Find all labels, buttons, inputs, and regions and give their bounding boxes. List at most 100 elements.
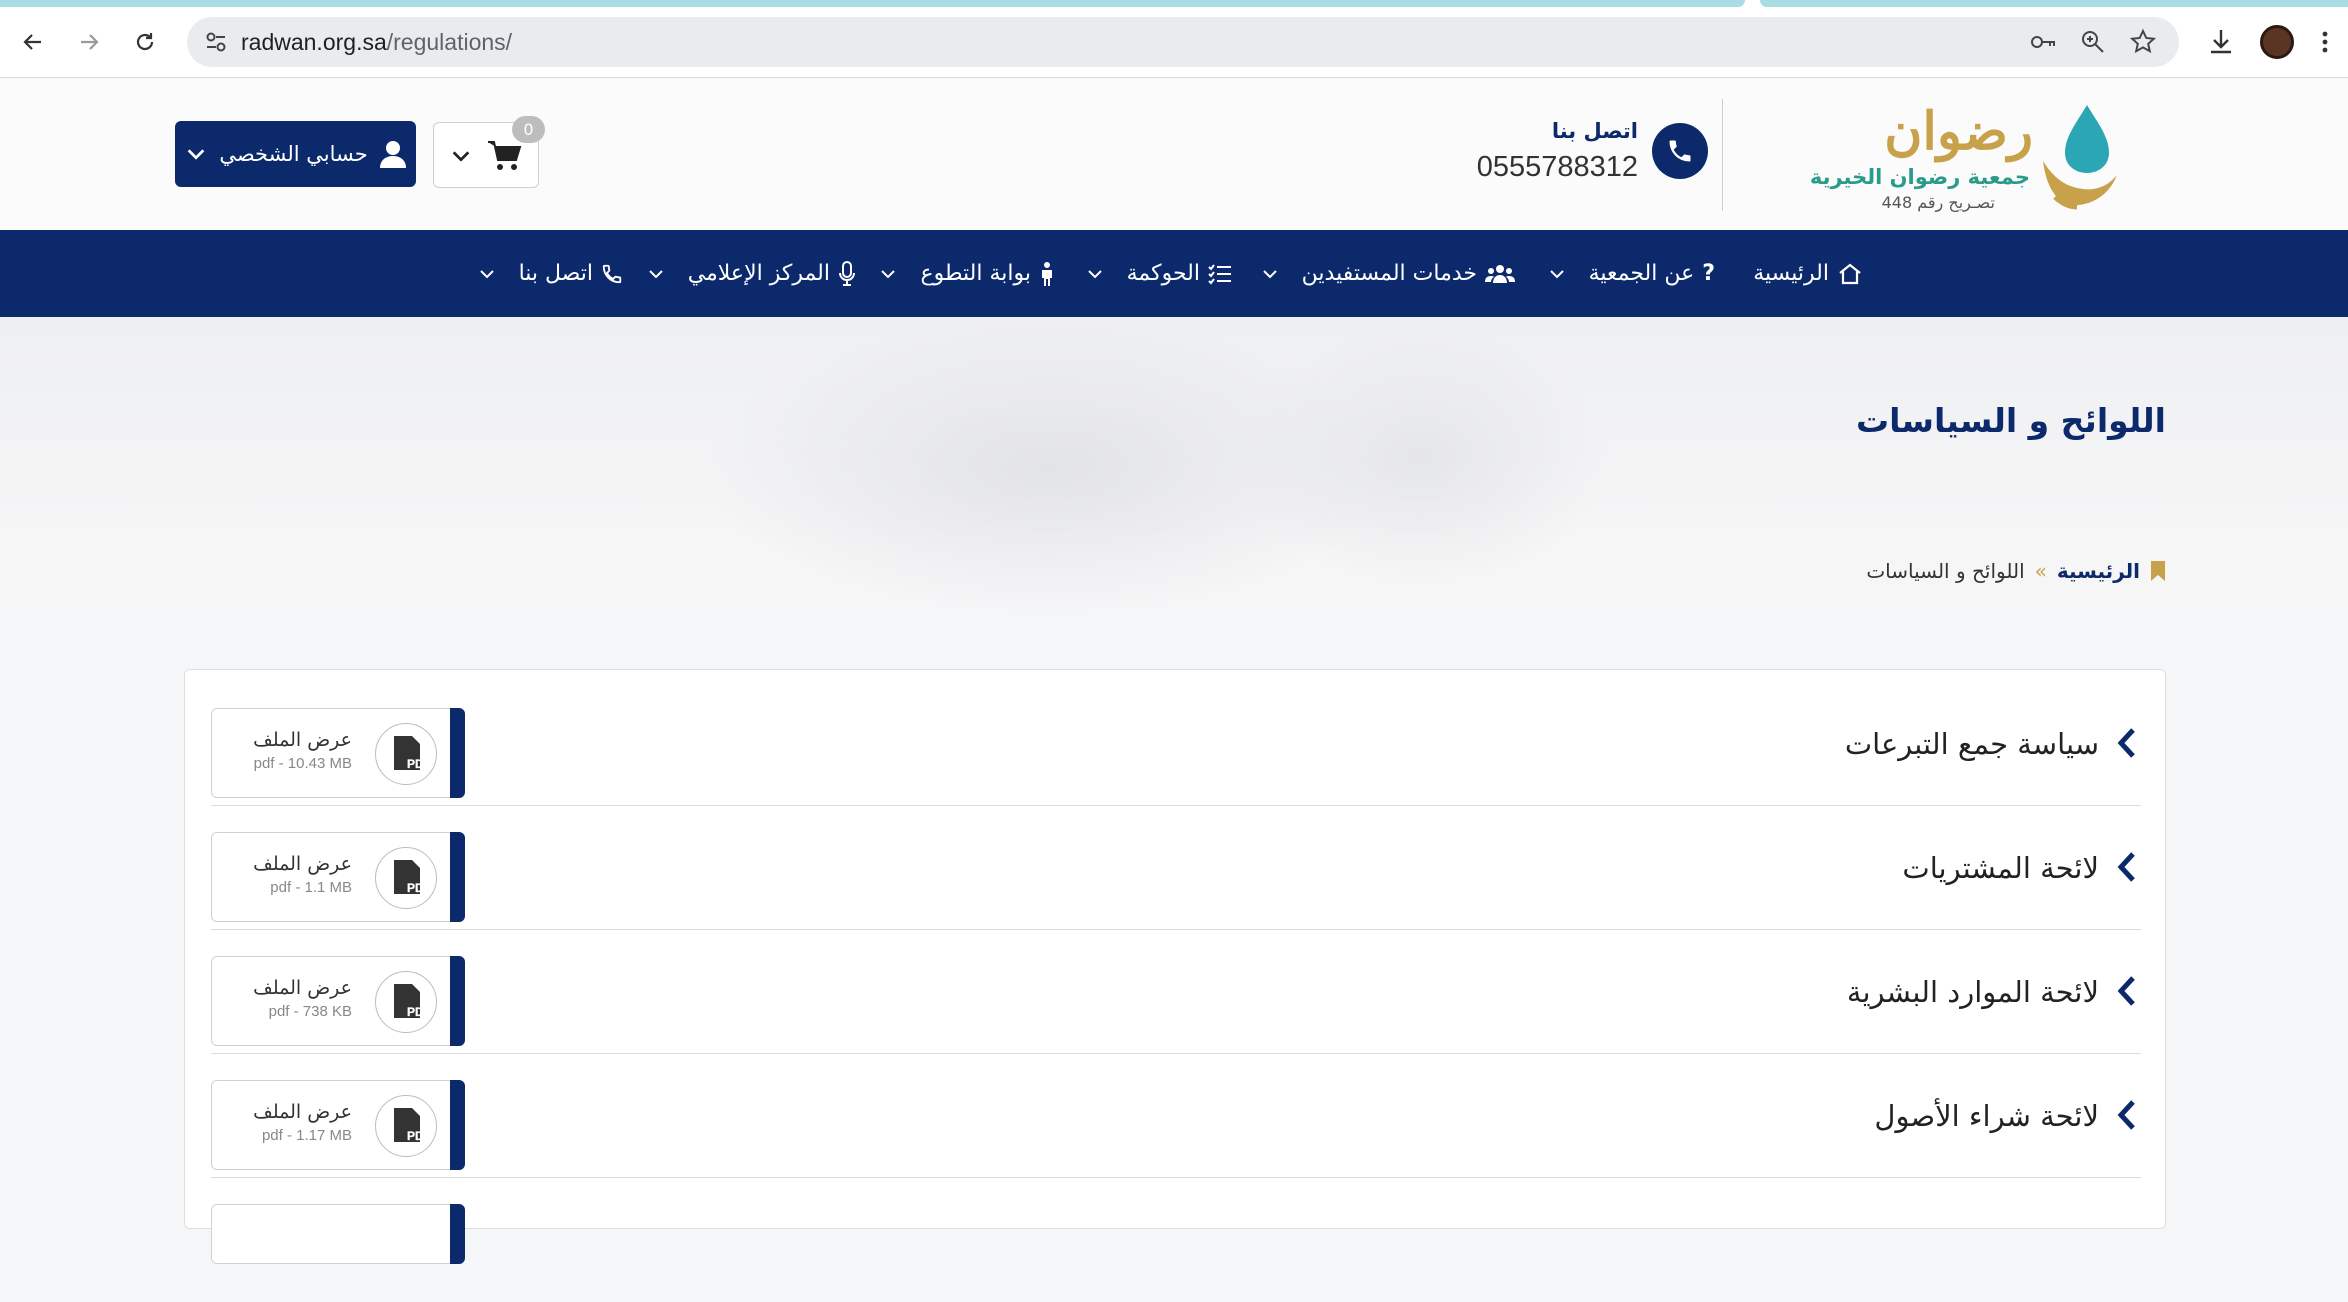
nav-item-beneficiary-services[interactable]: خدمات المستفيدين bbox=[1262, 230, 1515, 317]
back-button[interactable] bbox=[12, 21, 54, 63]
breadcrumb-current: اللوائح و السياسات bbox=[1866, 559, 2025, 583]
site-header: رضوان جمعية رضوان الخيرية تصـريح رقم 448… bbox=[0, 79, 2348, 230]
nav-label-governance: الحوكمة bbox=[1126, 261, 1200, 286]
svg-text:PDF: PDF bbox=[407, 1005, 431, 1019]
nav-item-home[interactable]: الرئيسية bbox=[1753, 230, 1863, 317]
profile-avatar[interactable] bbox=[2260, 25, 2294, 59]
chevron-left-icon bbox=[2117, 728, 2135, 758]
chevron-down-icon bbox=[188, 149, 205, 160]
url-path: /regulations/ bbox=[386, 29, 513, 55]
chevron-down-icon bbox=[452, 151, 470, 162]
nav-item-contact[interactable]: اتصل بنا bbox=[479, 230, 623, 317]
svg-text:PDF: PDF bbox=[407, 881, 431, 895]
forward-arrow-icon bbox=[81, 34, 99, 50]
home-icon bbox=[1839, 263, 1861, 284]
pdf-file-icon: PDF bbox=[375, 1095, 437, 1157]
cart-count-badge: 0 bbox=[512, 116, 545, 143]
reload-icon bbox=[136, 33, 154, 51]
bookmark-icon bbox=[2151, 561, 2165, 581]
chevron-left-icon bbox=[2117, 1100, 2135, 1130]
pdf-file-icon: PDF bbox=[375, 971, 437, 1033]
document-row[interactable]: سياسة جمع التبرعات PDF عرض الملف pdf - 1… bbox=[211, 682, 2141, 806]
site-settings-icon[interactable] bbox=[201, 27, 231, 57]
nav-label-media-center: المركز الإعلامي bbox=[687, 261, 830, 286]
nav-label-contact: اتصل بنا bbox=[518, 261, 593, 286]
chevron-down-icon bbox=[881, 269, 896, 278]
person-icon bbox=[1042, 261, 1052, 286]
logo-license: تصـريح رقم 448 bbox=[1881, 193, 1995, 212]
chevron-down-icon bbox=[1262, 269, 1277, 278]
tab-strip-accent-left bbox=[0, 0, 1745, 7]
file-card-accent bbox=[450, 1080, 465, 1170]
forward-button[interactable] bbox=[68, 21, 110, 63]
file-meta: pdf - 738 KB bbox=[268, 1003, 352, 1020]
pdf-file-icon: PDF bbox=[375, 723, 437, 785]
chevron-left-icon bbox=[2117, 852, 2135, 882]
nav-item-media-center[interactable]: المركز الإعلامي bbox=[648, 230, 856, 317]
documents-list: سياسة جمع التبرعات PDF عرض الملف pdf - 1… bbox=[184, 669, 2166, 1264]
chevron-down-icon bbox=[479, 269, 494, 278]
url-host: radwan.org.sa bbox=[241, 29, 387, 55]
file-view-card[interactable]: PDF عرض الملف pdf - 738 KB bbox=[211, 956, 465, 1046]
file-view-card[interactable] bbox=[211, 1204, 465, 1264]
breadcrumb-home-link[interactable]: الرئيسية bbox=[2057, 559, 2140, 583]
document-row[interactable]: لائحة شراء الأصول PDF عرض الملف pdf - 1.… bbox=[211, 1054, 2141, 1178]
phone-icon[interactable] bbox=[1652, 123, 1708, 179]
phone-glyph-icon bbox=[1669, 140, 1691, 162]
site-logo[interactable]: رضوان جمعية رضوان الخيرية تصـريح رقم 448 bbox=[1805, 101, 2125, 216]
list-check-icon bbox=[1208, 263, 1231, 285]
bookmark-star-icon[interactable] bbox=[2128, 27, 2158, 57]
nav-item-volunteer-portal[interactable]: بوابة التطوع bbox=[880, 230, 1055, 317]
breadcrumb-separator: » bbox=[2034, 559, 2047, 583]
microphone-icon bbox=[839, 260, 855, 286]
address-bar[interactable]: radwan.org.sa/regulations/ bbox=[187, 17, 2179, 67]
document-title[interactable]: لائحة المشتريات bbox=[1902, 806, 2099, 930]
nav-item-governance[interactable]: الحوكمة bbox=[1087, 230, 1232, 317]
browser-toolbar: radwan.org.sa/regulations/ bbox=[0, 7, 2348, 78]
nav-label-home: الرئيسية bbox=[1753, 261, 1829, 286]
downloads-icon[interactable] bbox=[2204, 25, 2238, 59]
url-text[interactable]: radwan.org.sa/regulations/ bbox=[241, 17, 512, 67]
file-meta: pdf - 1.1 MB bbox=[270, 879, 352, 896]
chevron-down-icon bbox=[1549, 269, 1564, 278]
contact-number[interactable]: 0555788312 bbox=[1470, 151, 1638, 184]
hero-background-shape bbox=[1230, 327, 1610, 587]
document-title[interactable]: لائحة الموارد البشرية bbox=[1847, 930, 2099, 1054]
phone-icon bbox=[602, 264, 622, 283]
users-icon bbox=[1485, 264, 1515, 283]
main-nav: الرئيسية ? عن الجمعية خدمات المستفيدين ا… bbox=[0, 230, 2348, 317]
file-meta: pdf - 10.43 MB bbox=[253, 755, 352, 772]
zoom-icon[interactable] bbox=[2078, 27, 2108, 57]
document-row[interactable]: لائحة الموارد البشرية PDF عرض الملف pdf … bbox=[211, 930, 2141, 1054]
svg-text:PDF: PDF bbox=[407, 1129, 431, 1143]
page-hero: اللوائح و السياسات الرئيسية » اللوائح و … bbox=[0, 317, 2348, 647]
logo-subtitle: جمعية رضوان الخيرية bbox=[1809, 165, 2030, 189]
reload-button[interactable] bbox=[124, 21, 166, 63]
chevron-down-icon bbox=[648, 269, 663, 278]
pdf-file-icon: PDF bbox=[375, 847, 437, 909]
file-view-card[interactable]: PDF عرض الملف pdf - 1.1 MB bbox=[211, 832, 465, 922]
nav-item-about[interactable]: ? عن الجمعية bbox=[1549, 230, 1715, 317]
nav-label-volunteer-portal: بوابة التطوع bbox=[920, 261, 1031, 286]
password-key-icon[interactable] bbox=[2028, 27, 2058, 57]
cart-icon bbox=[488, 141, 522, 170]
nav-label-about: عن الجمعية bbox=[1588, 261, 1695, 286]
browser-menu-icon[interactable] bbox=[2315, 25, 2335, 59]
document-title[interactable]: لائحة شراء الأصول bbox=[1874, 1054, 2099, 1178]
file-view-card[interactable]: PDF عرض الملف pdf - 10.43 MB bbox=[211, 708, 465, 798]
view-file-label: عرض الملف bbox=[253, 1101, 352, 1123]
document-row-partial[interactable] bbox=[211, 1178, 2141, 1302]
tab-strip-accent-right bbox=[1760, 0, 2348, 7]
document-title[interactable]: سياسة جمع التبرعات bbox=[1845, 682, 2099, 806]
file-card-accent bbox=[450, 708, 465, 798]
logo-drop-hand-icon bbox=[2043, 105, 2117, 210]
file-view-card[interactable]: PDF عرض الملف pdf - 1.17 MB bbox=[211, 1080, 465, 1170]
view-file-label: عرض الملف bbox=[253, 977, 352, 999]
tab-strip bbox=[0, 0, 2348, 7]
account-button[interactable]: حسابي الشخصي bbox=[175, 121, 416, 187]
user-icon bbox=[379, 141, 406, 168]
file-card-accent bbox=[450, 1204, 465, 1264]
page-title: اللوائح و السياسات bbox=[1856, 401, 2166, 440]
document-row[interactable]: لائحة المشتريات PDF عرض الملف pdf - 1.1 … bbox=[211, 806, 2141, 930]
nav-label-beneficiary-services: خدمات المستفيدين bbox=[1301, 261, 1477, 286]
